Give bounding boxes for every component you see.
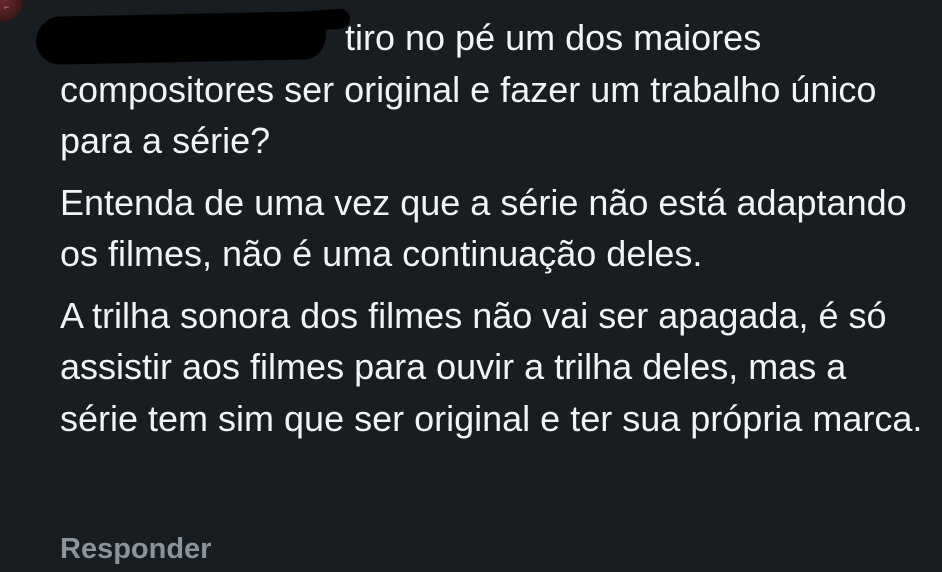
comment-paragraph-2: Entenda de uma vez que a série não está …: [60, 181, 907, 275]
avatar-image: ⌐: [4, 2, 10, 12]
comment-body: tiro no pé um dos maiores compositores s…: [35, 8, 930, 454]
reply-button[interactable]: Responder: [60, 533, 211, 566]
comment-paragraph-3: A trilha sonora dos filmes não vai ser a…: [60, 294, 923, 439]
avatar[interactable]: ⌐: [0, 0, 24, 22]
